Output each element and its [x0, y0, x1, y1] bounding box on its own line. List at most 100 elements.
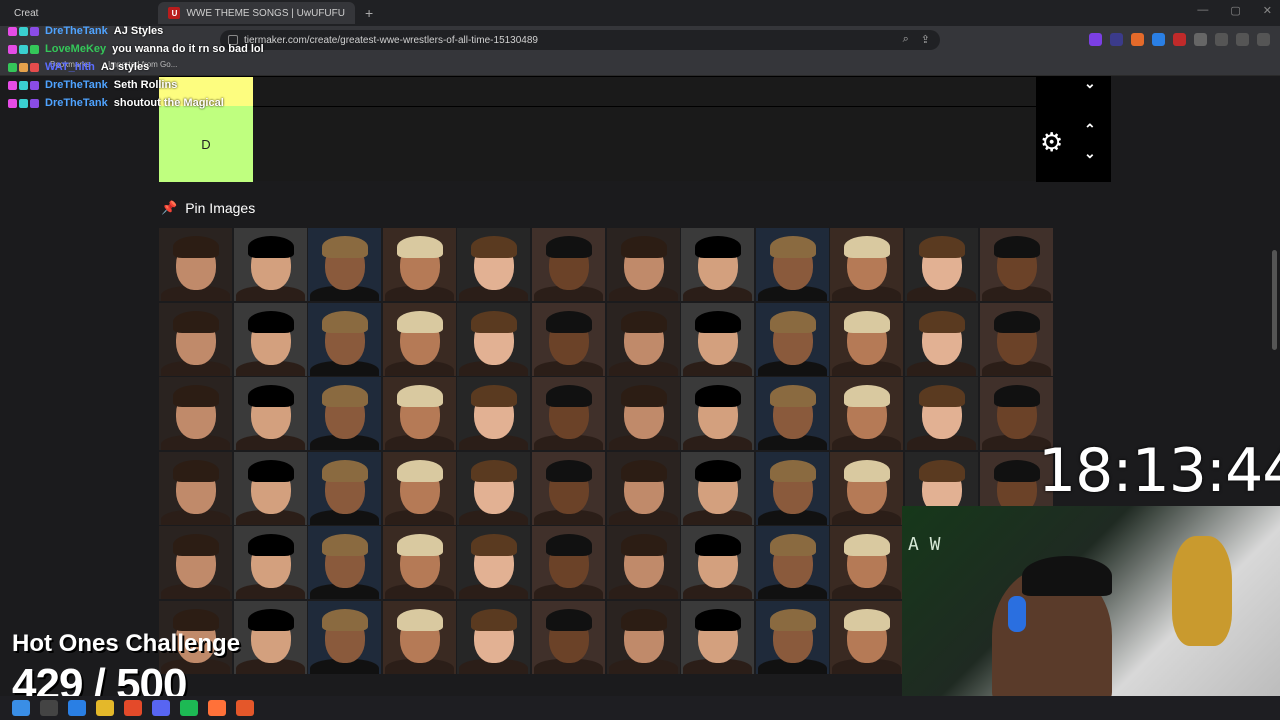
discord-icon[interactable]	[152, 700, 170, 716]
gear-icon[interactable]: ⚙	[1040, 127, 1063, 158]
minimize-icon[interactable]: —	[1197, 4, 1208, 17]
wrestler-image[interactable]	[830, 526, 904, 600]
chevron-down-icon[interactable]: ⌄	[1084, 145, 1096, 162]
wrestler-image[interactable]	[233, 601, 307, 674]
share-icon[interactable]: ⇪	[921, 33, 930, 46]
wrestler-image[interactable]	[382, 302, 456, 376]
wrestler-image[interactable]	[233, 526, 307, 600]
wrestler-image[interactable]	[905, 228, 978, 301]
wrestler-image[interactable]	[233, 302, 307, 376]
wrestler-image[interactable]	[382, 601, 456, 674]
wrestler-image[interactable]	[308, 451, 382, 525]
wrestler-image[interactable]	[830, 451, 904, 525]
new-tab-button[interactable]: +	[365, 5, 373, 21]
wrestler-image[interactable]	[233, 451, 307, 525]
wrestler-image[interactable]	[457, 228, 531, 301]
wrestler-image[interactable]	[681, 377, 755, 451]
chat-username[interactable]: DreTheTank	[45, 25, 108, 37]
wrestler-image[interactable]	[159, 228, 232, 301]
app-icon[interactable]	[236, 700, 254, 716]
extension-icon[interactable]	[1131, 33, 1144, 46]
wrestler-image[interactable]	[233, 228, 307, 301]
wrestler-image[interactable]	[755, 302, 829, 376]
wrestler-image[interactable]	[382, 377, 456, 451]
wrestler-image[interactable]	[606, 451, 680, 525]
firefox-icon[interactable]	[208, 700, 226, 716]
chat-username[interactable]: WAT_hith	[45, 61, 95, 73]
wrestler-image[interactable]	[755, 377, 829, 451]
extension-icon[interactable]	[1110, 33, 1123, 46]
wrestler-image[interactable]	[979, 302, 1053, 376]
wrestler-image[interactable]	[979, 228, 1053, 301]
close-icon[interactable]: ✕	[1263, 4, 1272, 17]
wrestler-image[interactable]	[159, 451, 232, 525]
sidebar-icon[interactable]	[1215, 33, 1228, 46]
wrestler-image[interactable]	[308, 302, 382, 376]
wrestler-image[interactable]	[755, 451, 829, 525]
profile-icon[interactable]	[1236, 33, 1249, 46]
wrestler-image[interactable]	[308, 228, 382, 301]
puzzle-icon[interactable]	[1194, 33, 1207, 46]
wrestler-image[interactable]	[532, 302, 605, 376]
wrestler-image[interactable]	[457, 451, 531, 525]
wrestler-image[interactable]	[606, 526, 680, 600]
chat-username[interactable]: LoveMeKey	[45, 43, 106, 55]
wrestler-image[interactable]	[308, 601, 382, 674]
wrestler-image[interactable]	[308, 526, 382, 600]
wrestler-image[interactable]	[457, 601, 531, 674]
wrestler-image[interactable]	[755, 601, 829, 674]
wrestler-image[interactable]	[532, 601, 605, 674]
wrestler-image[interactable]	[532, 526, 605, 600]
wrestler-image[interactable]	[905, 377, 978, 451]
wrestler-image[interactable]	[830, 601, 904, 674]
tier-label-d[interactable]: D	[159, 106, 253, 182]
wrestler-image[interactable]	[830, 228, 904, 301]
spotify-icon[interactable]	[180, 700, 198, 716]
wrestler-image[interactable]	[382, 526, 456, 600]
wrestler-image[interactable]	[457, 526, 531, 600]
chat-username[interactable]: DreTheTank	[45, 97, 108, 109]
wrestler-image[interactable]	[159, 377, 232, 451]
chevron-up-icon[interactable]: ⌃	[1084, 121, 1096, 138]
maximize-icon[interactable]: ▢	[1230, 4, 1240, 17]
zoom-icon[interactable]: ⌕	[903, 33, 909, 46]
wrestler-image[interactable]	[681, 451, 755, 525]
chat-username[interactable]: DreTheTank	[45, 79, 108, 91]
tab-creat[interactable]: Creat	[4, 2, 48, 24]
wrestler-image[interactable]	[681, 601, 755, 674]
wrestler-image[interactable]	[681, 526, 755, 600]
chrome-icon[interactable]	[124, 700, 142, 716]
search-icon[interactable]	[40, 700, 58, 716]
wrestler-image[interactable]	[606, 377, 680, 451]
wrestler-image[interactable]	[681, 228, 755, 301]
wrestler-image[interactable]	[830, 377, 904, 451]
chevron-down-icon[interactable]: ⌄	[1084, 75, 1096, 92]
extension-icon[interactable]	[1152, 33, 1165, 46]
menu-icon[interactable]	[1257, 33, 1270, 46]
wrestler-image[interactable]	[606, 228, 680, 301]
wrestler-image[interactable]	[159, 526, 232, 600]
tab-wwe-theme-songs[interactable]: U WWE THEME SONGS | UwUFUFU	[158, 2, 355, 24]
wrestler-image[interactable]	[382, 451, 456, 525]
wrestler-image[interactable]	[532, 451, 605, 525]
url-bar[interactable]: tiermaker.com/create/greatest-wwe-wrestl…	[220, 30, 940, 50]
wrestler-image[interactable]	[233, 377, 307, 451]
wrestler-image[interactable]	[606, 601, 680, 674]
wrestler-image[interactable]	[755, 526, 829, 600]
wrestler-image[interactable]	[755, 228, 829, 301]
wrestler-image[interactable]	[905, 302, 978, 376]
wrestler-image[interactable]	[681, 302, 755, 376]
folder-icon[interactable]	[96, 700, 114, 716]
wrestler-image[interactable]	[382, 228, 456, 301]
wrestler-image[interactable]	[308, 377, 382, 451]
wrestler-image[interactable]	[532, 377, 605, 451]
wrestler-image[interactable]	[830, 302, 904, 376]
edge-icon[interactable]	[68, 700, 86, 716]
wrestler-image[interactable]	[457, 377, 531, 451]
pin-icon[interactable]: 📌	[161, 200, 177, 216]
extension-icon[interactable]	[1089, 33, 1102, 46]
wrestler-image[interactable]	[457, 302, 531, 376]
wrestler-image[interactable]	[606, 302, 680, 376]
scrollbar[interactable]	[1272, 250, 1277, 350]
wrestler-image[interactable]	[159, 302, 232, 376]
